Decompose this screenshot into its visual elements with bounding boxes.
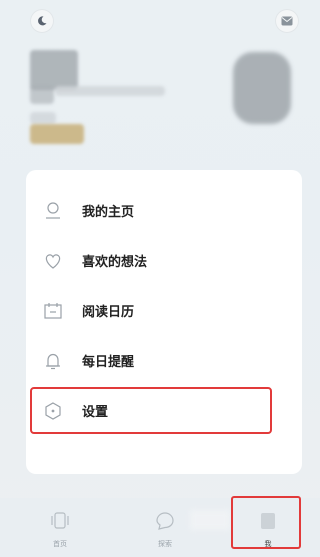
calendar-icon <box>44 303 62 319</box>
profile-name-blurred <box>30 50 78 90</box>
messages-button[interactable] <box>275 9 299 33</box>
tab-label: 首页 <box>53 540 67 548</box>
home-icon <box>51 512 69 529</box>
profile-info-blurred <box>55 86 165 96</box>
menu-item-label: 我的主页 <box>82 205 135 220</box>
settings-highlight-box <box>30 387 272 434</box>
tab-home[interactable]: 首页 <box>40 510 80 549</box>
theme-toggle-button[interactable] <box>30 9 54 33</box>
menu-item-label: 阅读日历 <box>82 305 135 320</box>
profile-info-blurred <box>30 86 54 104</box>
tab-label: 探索 <box>158 540 172 548</box>
blurred-area <box>190 510 230 530</box>
me-tab-highlight-box <box>231 496 301 549</box>
avatar[interactable] <box>233 52 291 124</box>
chat-icon <box>156 512 174 530</box>
heart-icon <box>45 254 61 269</box>
moon-icon <box>38 16 47 26</box>
person-icon <box>46 202 60 219</box>
menu-item-label: 每日提醒 <box>82 355 135 370</box>
profile-badge-blurred <box>30 124 84 144</box>
menu-item-homepage[interactable]: 我的主页 <box>26 190 302 230</box>
mail-icon <box>281 16 293 26</box>
menu-item-reading-calendar[interactable]: 阅读日历 <box>26 290 302 330</box>
profile-info-blurred <box>30 112 56 124</box>
menu-item-label: 喜欢的想法 <box>82 255 148 270</box>
tab-explore[interactable]: 探索 <box>145 510 185 549</box>
menu-item-daily-reminder[interactable]: 每日提醒 <box>26 340 302 380</box>
menu-item-liked-ideas[interactable]: 喜欢的想法 <box>26 240 302 280</box>
bell-icon <box>46 353 60 370</box>
